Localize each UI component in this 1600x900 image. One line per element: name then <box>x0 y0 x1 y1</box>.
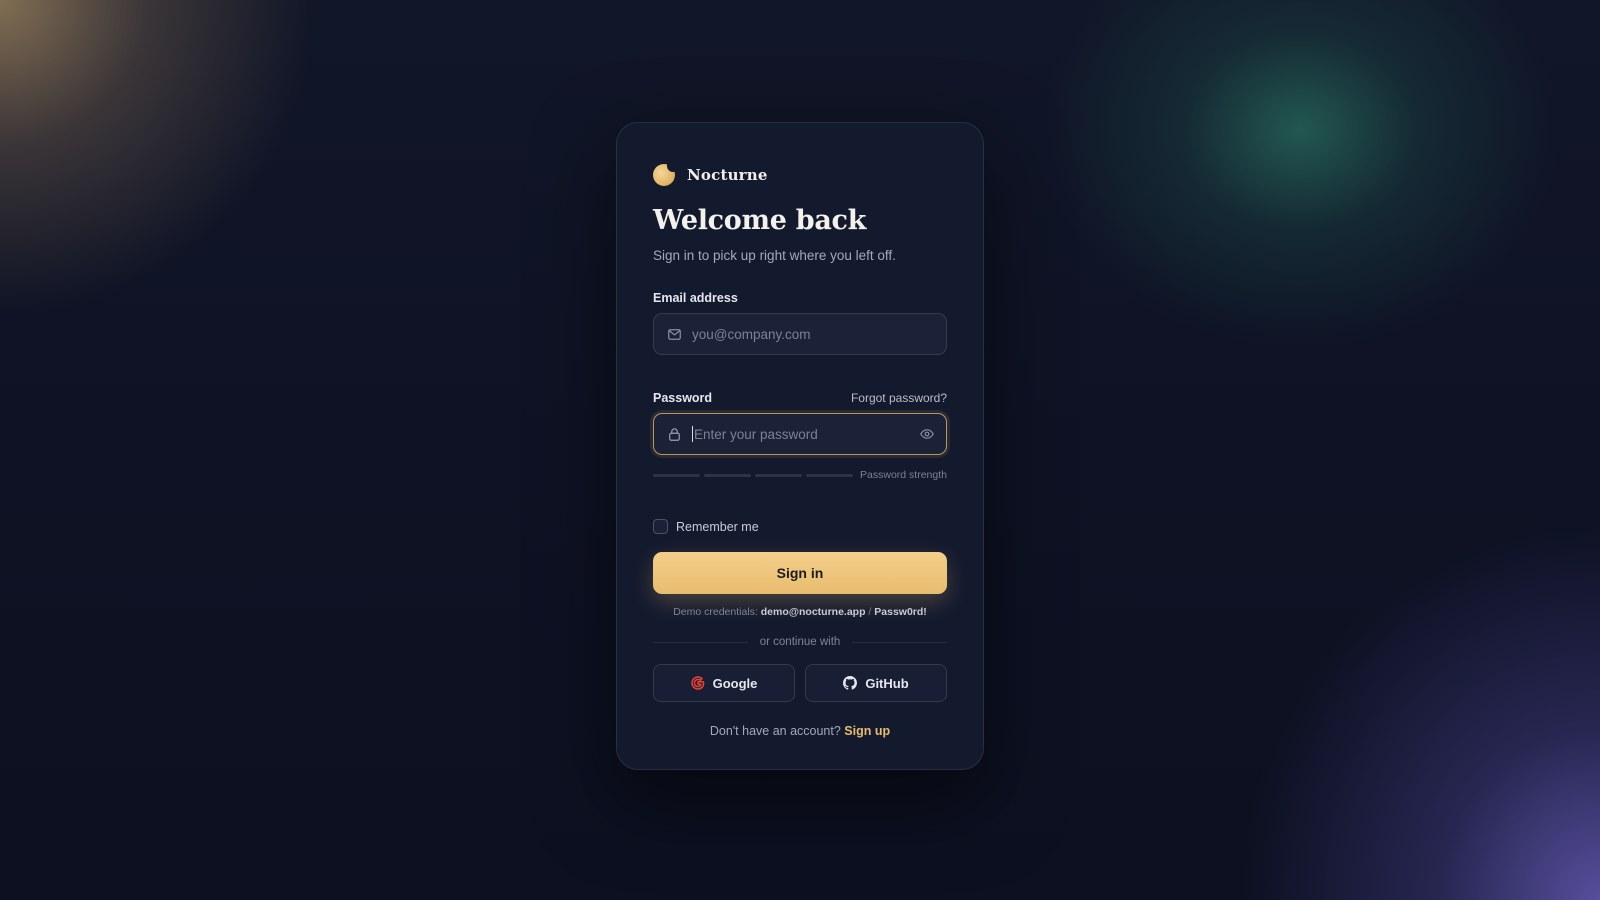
remember-me-row: Remember me <box>653 519 947 534</box>
divider-text: or continue with <box>759 636 841 648</box>
demo-credentials: Demo credentials: demo@nocturne.app / Pa… <box>653 606 947 618</box>
divider-line <box>653 641 748 643</box>
google-button-label: Google <box>712 675 758 691</box>
signin-card: Nocturne Welcome back Sign in to pick up… <box>616 122 984 770</box>
crescent-moon-icon <box>653 160 679 186</box>
email-label: Email address <box>653 291 738 305</box>
demo-prefix: Demo credentials: <box>673 606 758 618</box>
password-input-wrapper <box>653 413 947 455</box>
remember-me-checkbox[interactable] <box>653 519 668 534</box>
demo-separator: / <box>868 606 872 618</box>
mail-icon <box>667 327 681 341</box>
text-caret <box>692 426 693 442</box>
google-icon <box>690 676 705 690</box>
lock-icon <box>667 427 681 441</box>
divider-line <box>852 641 948 643</box>
github-button-label: GitHub <box>865 675 909 691</box>
forgot-password-link[interactable]: Forgot password? <box>851 391 947 405</box>
page-subtitle: Sign in to pick up right where you left … <box>653 248 896 263</box>
social-buttons: Google GitHub <box>653 664 947 702</box>
demo-password: Passw0rd! <box>874 606 927 618</box>
strength-segment <box>653 473 700 477</box>
eye-icon[interactable] <box>920 427 934 441</box>
signup-prompt-text: Don't have an account? <box>709 724 841 738</box>
password-strength-meter: Password strength <box>653 469 947 481</box>
password-input[interactable] <box>694 426 909 442</box>
brand: Nocturne <box>653 160 947 189</box>
sign-in-button[interactable]: Sign in <box>653 552 947 594</box>
email-input-wrapper <box>653 313 947 355</box>
strength-label: Password strength <box>860 469 947 481</box>
github-icon <box>843 676 858 690</box>
google-button[interactable]: Google <box>653 664 795 702</box>
strength-segment <box>806 473 853 477</box>
sign-up-link[interactable]: Sign up <box>844 724 890 738</box>
remember-me-label[interactable]: Remember me <box>676 520 759 534</box>
password-label: Password <box>653 391 713 405</box>
strength-segment <box>704 473 751 477</box>
password-field-group: Password Forgot password? Password stren… <box>653 391 947 481</box>
signup-prompt: Don't have an account? Sign up <box>653 724 947 738</box>
demo-email: demo@nocturne.app <box>760 606 866 618</box>
social-divider: or continue with <box>653 636 948 648</box>
email-input[interactable] <box>692 326 934 342</box>
page-title: Welcome back <box>653 205 867 236</box>
github-button[interactable]: GitHub <box>805 664 947 702</box>
brand-name: Nocturne <box>687 166 768 184</box>
strength-segment <box>755 473 802 477</box>
email-field-group: Email address <box>653 291 947 355</box>
